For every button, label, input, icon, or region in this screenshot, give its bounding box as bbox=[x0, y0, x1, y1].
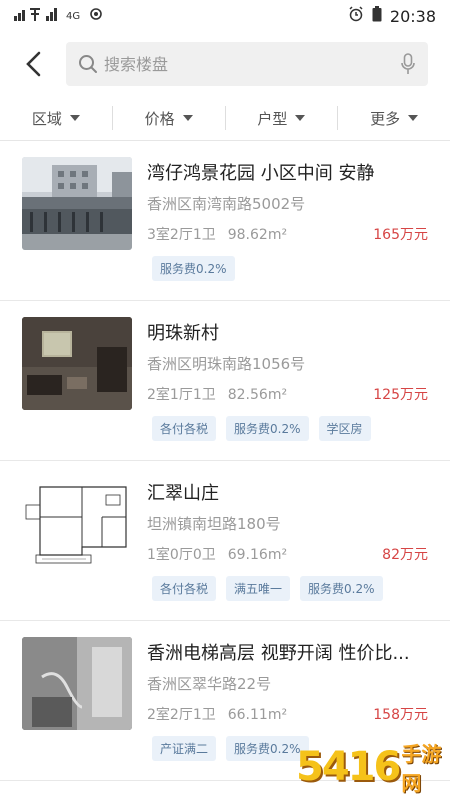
signal-icon bbox=[14, 7, 58, 25]
filter-label: 价格 bbox=[144, 109, 175, 128]
listing-layout: 3室2厅1卫 bbox=[147, 227, 216, 243]
listing-price: 158万元 bbox=[373, 707, 428, 723]
listing-tags: 各付各税 满五唯一 服务费0.2% bbox=[152, 576, 383, 601]
tag: 产证满二 bbox=[152, 736, 217, 761]
filter-more[interactable]: 更多 bbox=[337, 106, 450, 130]
tag: 服务费0.2% bbox=[300, 576, 383, 601]
listing-tags: 产证满二 服务费0.2% bbox=[152, 736, 309, 761]
listing-address: 香洲区南湾南路5002号 bbox=[147, 195, 306, 213]
listing-layout: 1室0厅0卫 bbox=[147, 547, 216, 563]
filter-label: 更多 bbox=[370, 109, 401, 128]
listing-area: 66.11m² bbox=[227, 707, 288, 723]
caret-down-icon bbox=[408, 115, 419, 121]
tag: 各付各税 bbox=[152, 416, 217, 441]
listing-title: 明珠新村 bbox=[147, 323, 219, 344]
tag: 服务费0.2% bbox=[226, 736, 309, 761]
hotspot-icon bbox=[88, 6, 104, 26]
listing-list: 湾仔鸿景花园 小区中间 安静 香洲区南湾南路5002号 3室2厅1卫 98.62m… bbox=[0, 141, 450, 781]
listing-tags: 各付各税 服务费0.2% 学区房 bbox=[152, 416, 371, 441]
listing-layout: 2室1厅1卫 bbox=[147, 387, 216, 403]
status-bar: 4G 20:38 bbox=[0, 0, 450, 32]
listing-item[interactable]: 湾仔鸿景花园 小区中间 安静 香洲区南湾南路5002号 3室2厅1卫 98.62m… bbox=[0, 141, 450, 301]
listing-price: 82万元 bbox=[382, 547, 428, 563]
filter-label: 户型 bbox=[257, 109, 288, 128]
filter-layout[interactable]: 户型 bbox=[224, 106, 338, 130]
listing-title: 湾仔鸿景花园 小区中间 安静 bbox=[147, 163, 375, 184]
tag: 满五唯一 bbox=[226, 576, 291, 601]
listing-specs: 3室2厅1卫 98.62m² bbox=[147, 224, 287, 244]
listing-title: 汇翠山庄 bbox=[147, 483, 219, 504]
filter-label: 区域 bbox=[31, 109, 62, 128]
search-input[interactable] bbox=[100, 53, 388, 75]
search-icon bbox=[76, 52, 100, 76]
listing-price: 125万元 bbox=[373, 387, 428, 403]
listing-photo bbox=[22, 317, 132, 410]
listing-item[interactable]: 汇翠山庄 坦洲镇南坦路180号 1室0厅0卫 69.16m² 82万元 各付各税 … bbox=[0, 461, 450, 621]
listing-specs: 1室0厅0卫 69.16m² bbox=[147, 544, 287, 564]
caret-down-icon bbox=[295, 115, 306, 121]
listing-area: 69.16m² bbox=[227, 547, 288, 563]
tag: 服务费0.2% bbox=[226, 416, 309, 441]
listing-specs: 2室2厅1卫 66.11m² bbox=[147, 704, 287, 724]
clock: 20:38 bbox=[389, 6, 436, 26]
listing-specs: 2室1厅1卫 82.56m² bbox=[147, 384, 287, 404]
tag: 各付各税 bbox=[152, 576, 217, 601]
caret-down-icon bbox=[69, 115, 80, 121]
filter-price[interactable]: 价格 bbox=[111, 106, 225, 130]
filter-bar: 区域 价格 户型 更多 bbox=[0, 96, 450, 141]
tag: 服务费0.2% bbox=[152, 256, 235, 281]
listing-price: 165万元 bbox=[373, 227, 428, 243]
listing-tags: 服务费0.2% bbox=[152, 256, 235, 281]
listing-address: 香洲区翠华路22号 bbox=[147, 675, 272, 693]
listing-address: 香洲区明珠南路1056号 bbox=[147, 355, 306, 373]
listing-title: 香洲电梯高层 视野开阔 性价比... bbox=[147, 643, 410, 664]
listing-photo bbox=[22, 637, 132, 730]
listing-area: 82.56m² bbox=[227, 387, 288, 403]
alarm-icon bbox=[348, 6, 364, 26]
top-bar bbox=[0, 36, 450, 92]
listing-photo bbox=[22, 157, 132, 250]
caret-down-icon bbox=[182, 115, 193, 121]
microphone-icon[interactable] bbox=[388, 42, 428, 86]
listing-floorplan bbox=[22, 477, 132, 570]
chevron-left-icon bbox=[26, 51, 41, 77]
listing-item[interactable]: 明珠新村 香洲区明珠南路1056号 2室1厅1卫 82.56m² 125万元 各付… bbox=[0, 301, 450, 461]
listing-layout: 2室2厅1卫 bbox=[147, 707, 216, 723]
listing-area: 98.62m² bbox=[227, 227, 288, 243]
listing-item[interactable]: 香洲电梯高层 视野开阔 性价比... 香洲区翠华路22号 2室2厅1卫 66.11… bbox=[0, 621, 450, 781]
tag: 学区房 bbox=[318, 416, 371, 441]
back-button[interactable] bbox=[0, 36, 66, 92]
search-bar[interactable] bbox=[66, 42, 428, 86]
listing-address: 坦洲镇南坦路180号 bbox=[147, 515, 281, 533]
battery-icon bbox=[372, 6, 382, 26]
network-type: 4G bbox=[66, 10, 81, 22]
filter-area[interactable]: 区域 bbox=[0, 106, 112, 130]
